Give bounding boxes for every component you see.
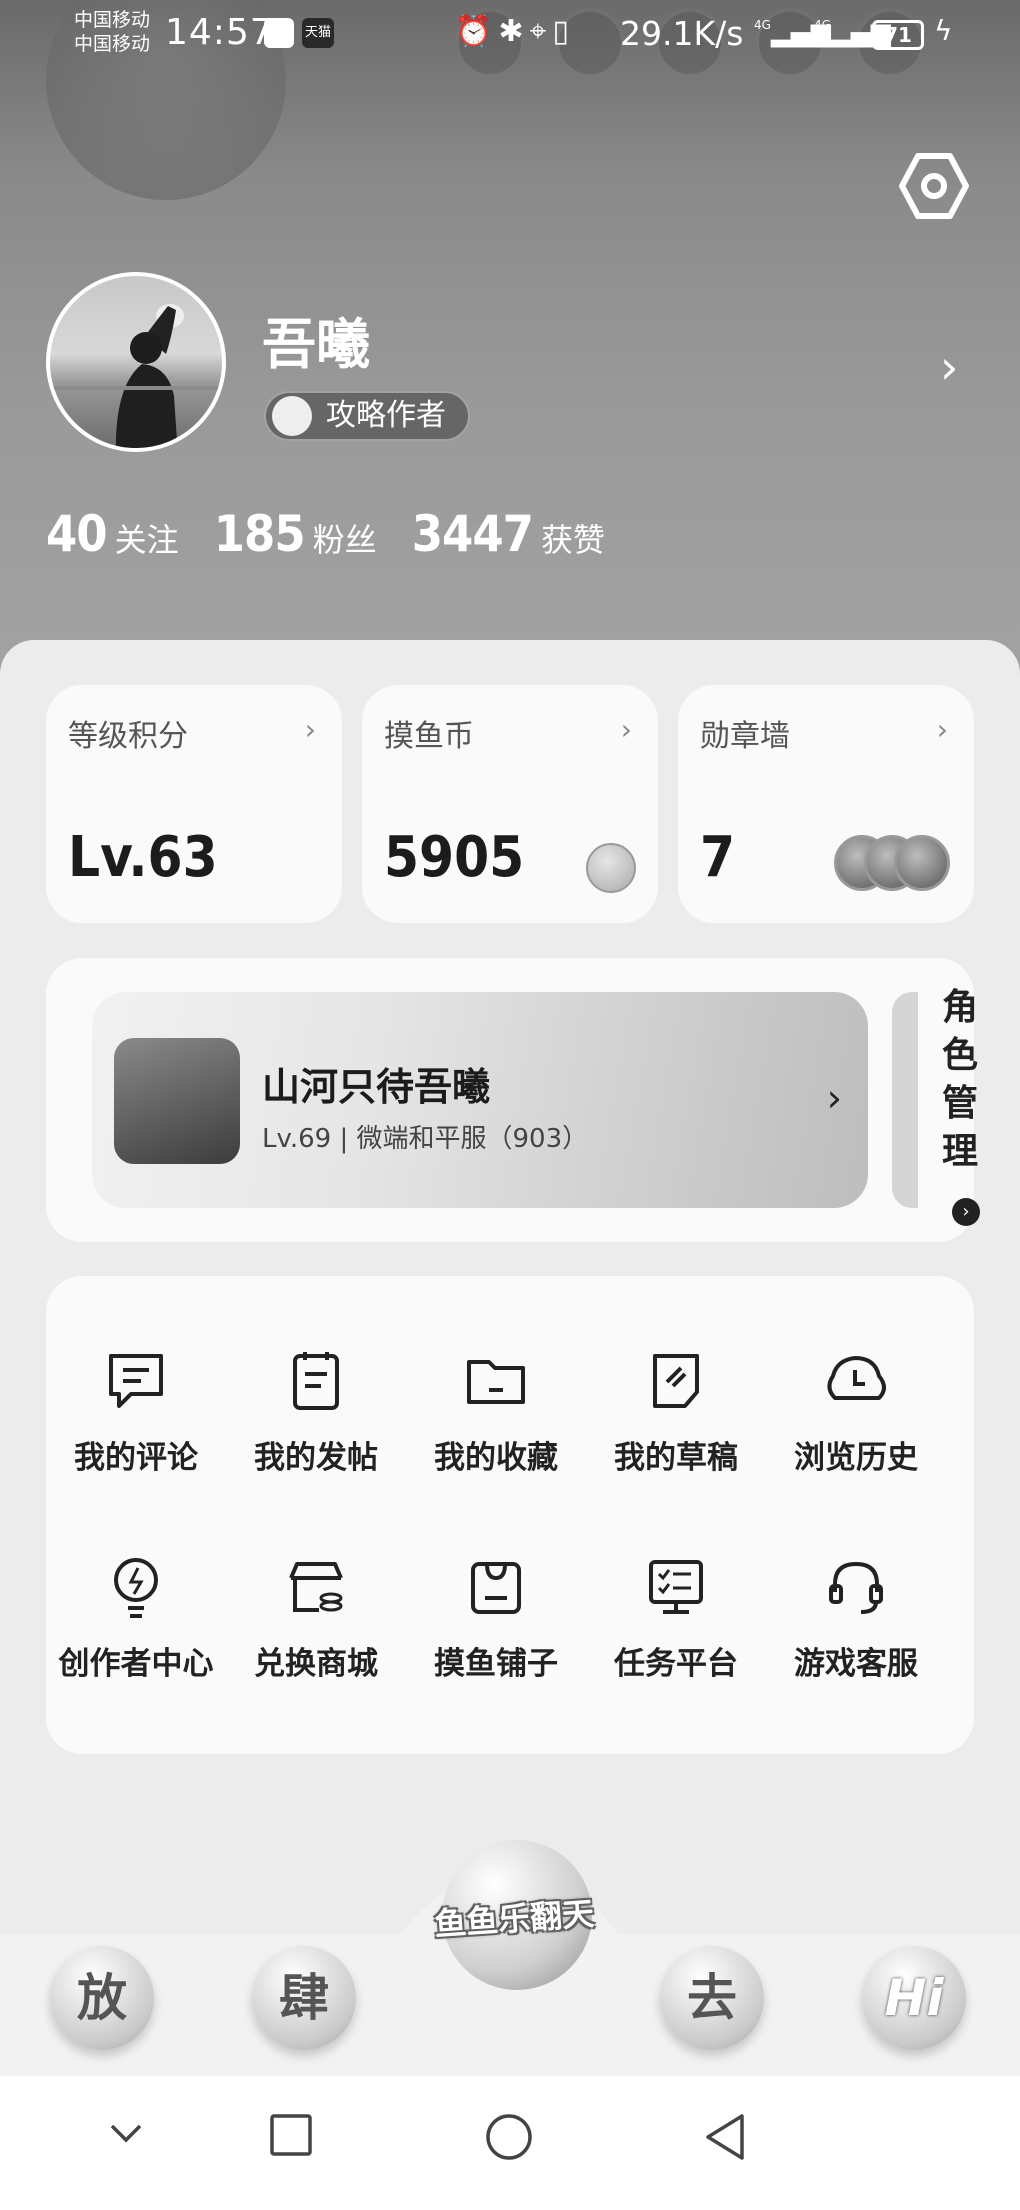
system-navigation-bar	[0, 2076, 1020, 2210]
headset-icon	[829, 1561, 883, 1614]
menu-game-support[interactable]: 游戏客服	[766, 1552, 946, 1732]
center-fish-logo[interactable]: 鱼鱼乐翻天	[428, 1840, 596, 2030]
menu-my-comments[interactable]: 我的评论	[46, 1346, 226, 1526]
stat-following[interactable]: 40 关注	[46, 505, 179, 563]
home-icon[interactable]	[484, 2112, 534, 2162]
avatar-image	[50, 304, 222, 448]
settings-icon[interactable]	[898, 150, 970, 222]
menu-my-posts[interactable]: 我的发帖	[226, 1346, 406, 1526]
post-icon	[293, 1352, 339, 1410]
chevron-right-icon: ›	[620, 713, 632, 746]
fish-coin-card[interactable]: 摸鱼币 › 5905	[362, 685, 658, 923]
charging-icon: ϟ	[934, 14, 953, 47]
tab-qu[interactable]: 去	[660, 1946, 764, 2050]
medal-wall-card[interactable]: 勋章墙 › 7	[678, 685, 974, 923]
role-badge[interactable]: 攻略作者	[264, 391, 470, 441]
stat-likes[interactable]: 3447 获赞	[412, 505, 605, 563]
medal-icons	[834, 835, 954, 895]
battery-indicator: 71	[872, 20, 924, 50]
game-banner[interactable]: 山河只待吾曦 Lv.69 | 微端和平服（903） ›	[92, 992, 868, 1208]
avatar[interactable]	[46, 272, 226, 452]
chevron-right-icon: ›	[826, 1076, 842, 1120]
status-time: 14:57	[165, 12, 274, 53]
menu-my-drafts[interactable]: 我的草稿	[586, 1346, 766, 1526]
tab-fang[interactable]: 放	[50, 1946, 154, 2050]
task-icon	[649, 1560, 703, 1614]
level-points-card[interactable]: 等级积分 › Lv.63	[46, 685, 342, 923]
profile-header: 中国移动 中国移动 14:57 天猫 ⏰✱⌖▯ 29.1K/s 4G▂▄▆ 4G…	[0, 0, 1020, 700]
next-role-peek	[892, 992, 918, 1208]
chevron-right-icon: ›	[936, 713, 948, 746]
shop-icon	[289, 1562, 343, 1612]
menu-exchange-mall[interactable]: 兑换商城	[226, 1552, 406, 1732]
chevron-down-icon[interactable]	[106, 2112, 146, 2152]
user-name[interactable]: 吾曦	[262, 300, 370, 379]
role-management-label[interactable]: 角 色 管 理	[942, 984, 982, 1176]
tab-si[interactable]: 肆	[252, 1946, 356, 2050]
tmall-app-icon: 天猫	[302, 18, 334, 48]
network-speed: 29.1K/s	[620, 14, 744, 53]
menu-creator-center[interactable]: 创作者中心	[46, 1552, 226, 1732]
chevron-right-icon: ›	[304, 713, 316, 746]
shield-app-icon	[264, 18, 294, 48]
author-badge-icon	[272, 396, 312, 436]
menu-fish-shop[interactable]: 摸鱼铺子	[406, 1552, 586, 1732]
draft-icon	[653, 1354, 699, 1408]
back-icon[interactable]	[702, 2112, 748, 2162]
status-icons: ⏰✱⌖▯	[455, 14, 575, 49]
status-bar: 中国移动 中国移动 14:57 天猫 ⏰✱⌖▯ 29.1K/s 4G▂▄▆ 4G…	[0, 0, 1020, 70]
history-icon	[827, 1356, 886, 1400]
carrier-labels: 中国移动 中国移动	[74, 9, 151, 55]
menu-browse-history[interactable]: 浏览历史	[766, 1346, 946, 1526]
profile-stats: 40 关注 185 粉丝 3447 获赞	[46, 505, 635, 563]
function-menu: 我的评论 我的发帖 我的收藏 我的草稿 浏览历史 创作者中心 兑换商城 摸鱼铺子…	[46, 1276, 974, 1754]
game-role-card: 山河只待吾曦 Lv.69 | 微端和平服（903） › 角 色 管 理 ›	[46, 958, 980, 1242]
game-thumbnail	[114, 1038, 240, 1164]
recents-icon[interactable]	[268, 2112, 314, 2158]
comment-icon	[109, 1354, 163, 1408]
stat-followers[interactable]: 185 粉丝	[214, 505, 377, 563]
menu-my-favorites[interactable]: 我的收藏	[406, 1346, 586, 1526]
folder-icon	[467, 1360, 525, 1404]
bag-icon	[471, 1562, 521, 1614]
profile-chevron-icon[interactable]: ›	[940, 340, 958, 394]
coin-icon	[586, 843, 636, 893]
menu-task-platform[interactable]: 任务平台	[586, 1552, 766, 1732]
tab-hi[interactable]: Hi	[862, 1946, 966, 2050]
bulb-icon	[114, 1558, 158, 1618]
role-management-arrow-icon[interactable]: ›	[952, 1198, 980, 1226]
